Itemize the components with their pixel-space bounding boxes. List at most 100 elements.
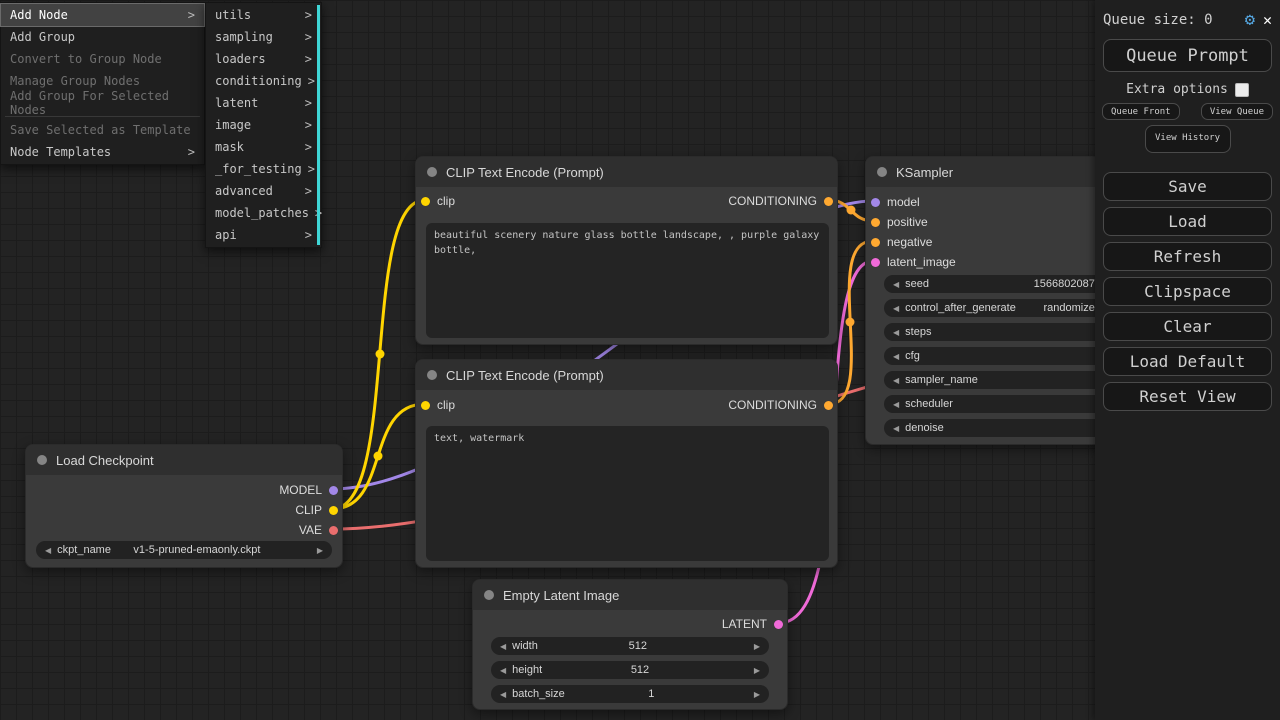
slot-dot-conditioning-icon[interactable] — [824, 197, 833, 206]
submenu-item-api[interactable]: api > — [206, 224, 321, 246]
decrement-arrow-icon[interactable]: ◀ — [893, 400, 899, 409]
widget-height[interactable]: ◀ height 512 ▶ — [491, 661, 769, 679]
prompt-textarea[interactable]: text, watermark — [426, 426, 829, 561]
input-slot-positive[interactable]: positive — [871, 214, 928, 230]
slot-dot-vae-icon[interactable] — [329, 526, 338, 535]
submenu-item-mask[interactable]: mask > — [206, 136, 321, 158]
slot-dot-latent-icon[interactable] — [774, 620, 783, 629]
refresh-button[interactable]: Refresh — [1103, 242, 1272, 271]
widget-ckpt-name[interactable]: ◀ ckpt_name v1-5-pruned-emaonly.ckpt ▶ — [36, 541, 332, 559]
node-clip-text-encode-negative[interactable]: CLIP Text Encode (Prompt) clip CONDITION… — [415, 359, 838, 568]
input-slot-clip[interactable]: clip — [421, 397, 455, 413]
decrement-arrow-icon[interactable]: ◀ — [893, 376, 899, 385]
slot-dot-model-icon[interactable] — [329, 486, 338, 495]
slot-dot-clip-icon[interactable] — [421, 401, 430, 410]
decrement-arrow-icon[interactable]: ◀ — [500, 642, 506, 651]
node-title-bar[interactable]: KSampler — [866, 157, 1134, 187]
clear-button[interactable]: Clear — [1103, 312, 1272, 341]
widget-control-after-generate[interactable]: ◀ control_after_generate randomize ▶ — [884, 299, 1116, 317]
increment-arrow-icon[interactable]: ▶ — [754, 690, 760, 699]
decrement-arrow-icon[interactable]: ◀ — [893, 328, 899, 337]
previous-arrow-icon[interactable]: ◀ — [45, 546, 51, 555]
submenu-item-conditioning[interactable]: conditioning > — [206, 70, 321, 92]
input-slot-clip[interactable]: clip — [421, 193, 455, 209]
widget-seed[interactable]: ◀ seed 1566802087 ▶ — [884, 275, 1116, 293]
prompt-textarea[interactable]: beautiful scenery nature glass bottle la… — [426, 223, 829, 338]
submenu-item-loaders[interactable]: loaders > — [206, 48, 321, 70]
decrement-arrow-icon[interactable]: ◀ — [893, 424, 899, 433]
submenu-arrow-icon: > — [308, 74, 315, 88]
widget-batch-size[interactable]: ◀ batch_size 1 ▶ — [491, 685, 769, 703]
widget-scheduler[interactable]: ◀ scheduler — [884, 395, 1116, 413]
collapse-dot-icon[interactable] — [427, 370, 437, 380]
collapse-dot-icon[interactable] — [427, 167, 437, 177]
load-default-button[interactable]: Load Default — [1103, 347, 1272, 376]
submenu-item-sampling[interactable]: sampling > — [206, 26, 321, 48]
decrement-arrow-icon[interactable]: ◀ — [893, 304, 899, 313]
decrement-arrow-icon[interactable]: ◀ — [500, 666, 506, 675]
reset-view-button[interactable]: Reset View — [1103, 382, 1272, 411]
input-slot-latent-image[interactable]: latent_image — [871, 254, 956, 270]
input-slot-negative[interactable]: negative — [871, 234, 932, 250]
node-title-bar[interactable]: Empty Latent Image — [473, 580, 787, 610]
graph-canvas[interactable]: CLIP Text Encode (Prompt) clip CONDITION… — [0, 0, 1280, 720]
add-node-submenu: utils > sampling > loaders > conditionin… — [205, 2, 322, 248]
menu-item-add-group[interactable]: Add Group — [1, 26, 204, 48]
decrement-arrow-icon[interactable]: ◀ — [893, 352, 899, 361]
slot-dot-latent-icon[interactable] — [871, 258, 880, 267]
collapse-dot-icon[interactable] — [484, 590, 494, 600]
clipspace-button[interactable]: Clipspace — [1103, 277, 1272, 306]
widget-width[interactable]: ◀ width 512 ▶ — [491, 637, 769, 655]
node-title-bar[interactable]: Load Checkpoint — [26, 445, 342, 475]
submenu-scrollbar[interactable] — [317, 5, 320, 245]
view-history-button[interactable]: View History — [1145, 125, 1231, 153]
widget-cfg[interactable]: ◀ cfg — [884, 347, 1116, 365]
slot-dot-clip-icon[interactable] — [329, 506, 338, 515]
queue-prompt-button[interactable]: Queue Prompt — [1103, 39, 1272, 72]
node-title-bar[interactable]: CLIP Text Encode (Prompt) — [416, 157, 837, 187]
node-load-checkpoint[interactable]: Load Checkpoint MODEL CLIP VAE ◀ ckpt_na… — [25, 444, 343, 568]
widget-steps[interactable]: ◀ steps — [884, 323, 1116, 341]
output-slot-latent[interactable]: LATENT — [722, 616, 783, 632]
submenu-item-for-testing[interactable]: _for_testing > — [206, 158, 321, 180]
submenu-item-advanced[interactable]: advanced > — [206, 180, 321, 202]
output-slot-model[interactable]: MODEL — [279, 482, 338, 498]
menu-item-add-node[interactable]: Add Node > — [1, 4, 204, 26]
node-empty-latent-image[interactable]: Empty Latent Image LATENT ◀ width 512 ▶ … — [472, 579, 788, 710]
node-title-bar[interactable]: CLIP Text Encode (Prompt) — [416, 360, 837, 390]
save-button[interactable]: Save — [1103, 172, 1272, 201]
output-slot-vae[interactable]: VAE — [299, 522, 338, 538]
queue-front-button[interactable]: Queue Front — [1102, 103, 1180, 120]
output-slot-conditioning[interactable]: CONDITIONING — [728, 193, 833, 209]
node-clip-text-encode-positive[interactable]: CLIP Text Encode (Prompt) clip CONDITION… — [415, 156, 838, 345]
widget-sampler-name[interactable]: ◀ sampler_name — [884, 371, 1116, 389]
submenu-arrow-icon: > — [305, 30, 312, 44]
load-button[interactable]: Load — [1103, 207, 1272, 236]
collapse-dot-icon[interactable] — [877, 167, 887, 177]
submenu-item-model-patches[interactable]: model_patches > — [206, 202, 321, 224]
widget-denoise[interactable]: ◀ denoise — [884, 419, 1116, 437]
decrement-arrow-icon[interactable]: ◀ — [500, 690, 506, 699]
decrement-arrow-icon[interactable]: ◀ — [893, 280, 899, 289]
submenu-item-image[interactable]: image > — [206, 114, 321, 136]
output-slot-clip[interactable]: CLIP — [295, 502, 338, 518]
submenu-item-utils[interactable]: utils > — [206, 4, 321, 26]
close-icon[interactable]: ✕ — [1263, 11, 1272, 29]
input-slot-model[interactable]: model — [871, 194, 920, 210]
submenu-arrow-icon: > — [308, 162, 315, 176]
increment-arrow-icon[interactable]: ▶ — [754, 666, 760, 675]
settings-gear-icon[interactable]: ⚙ — [1245, 10, 1255, 30]
slot-dot-conditioning-icon[interactable] — [871, 238, 880, 247]
output-slot-conditioning[interactable]: CONDITIONING — [728, 397, 833, 413]
slot-dot-conditioning-icon[interactable] — [871, 218, 880, 227]
slot-dot-model-icon[interactable] — [871, 198, 880, 207]
increment-arrow-icon[interactable]: ▶ — [754, 642, 760, 651]
slot-dot-conditioning-icon[interactable] — [824, 401, 833, 410]
slot-dot-clip-icon[interactable] — [421, 197, 430, 206]
submenu-item-latent[interactable]: latent > — [206, 92, 321, 114]
extra-options-checkbox[interactable] — [1235, 83, 1249, 97]
view-queue-button[interactable]: View Queue — [1201, 103, 1273, 120]
next-arrow-icon[interactable]: ▶ — [317, 546, 323, 555]
menu-item-node-templates[interactable]: Node Templates > — [1, 141, 204, 163]
collapse-dot-icon[interactable] — [37, 455, 47, 465]
